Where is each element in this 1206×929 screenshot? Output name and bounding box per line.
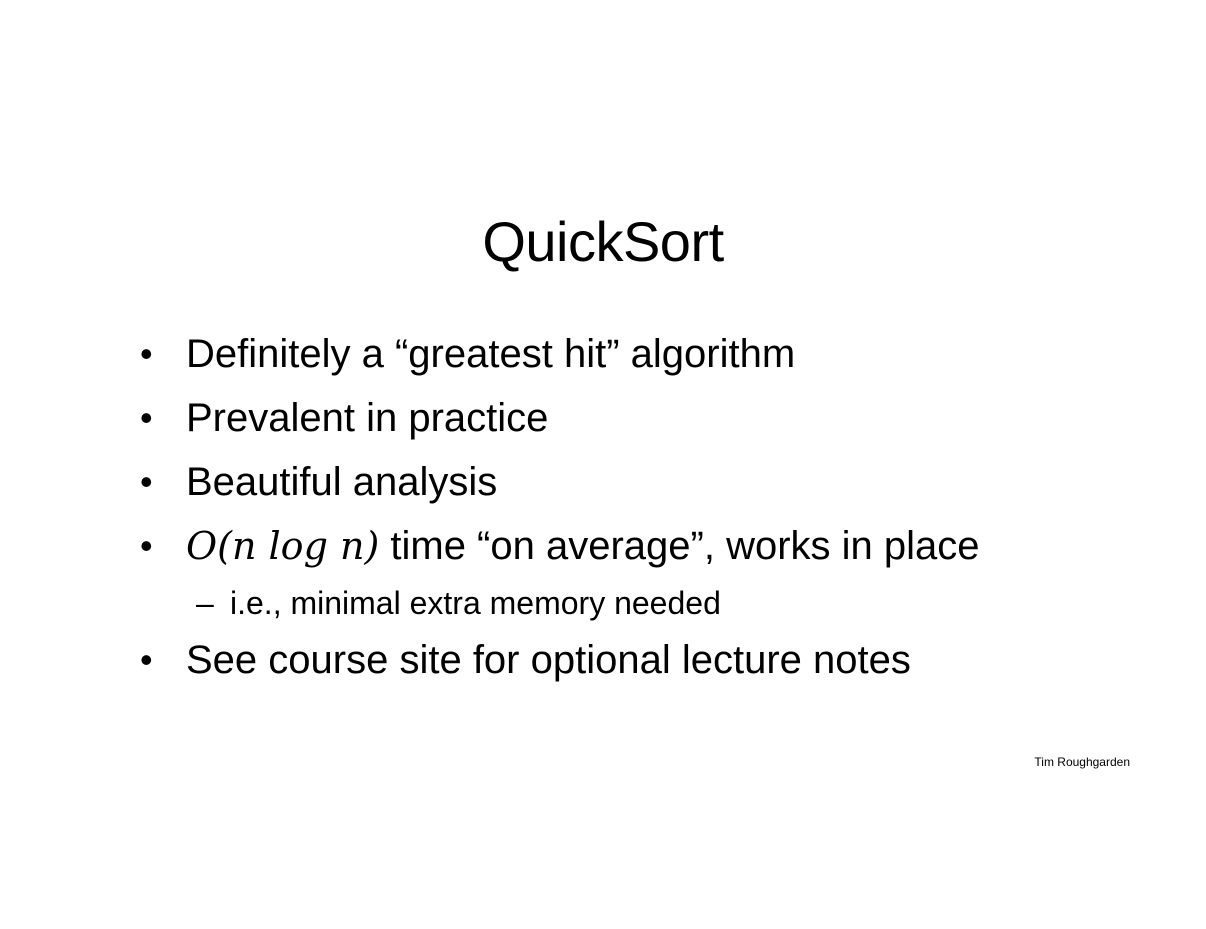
author-footer: Tim Roughgarden (1034, 755, 1130, 769)
big-o-formula: O(n log n) (186, 524, 380, 568)
bullet-item: • Prevalent in practice (138, 386, 1138, 450)
bullet-dot-icon: • (140, 333, 153, 374)
dash-icon: – (196, 585, 214, 621)
bullet-text: See course site for optional lecture not… (186, 638, 911, 682)
slide-title: QuickSort (482, 210, 724, 273)
bullet-dot-icon: • (140, 639, 153, 680)
bullet-item: • Definitely a “greatest hit” algorithm (138, 322, 1138, 386)
bullet-item: • See course site for optional lecture n… (138, 628, 1138, 692)
bullet-item: • O(n log n) time “on average”, works in… (138, 514, 1138, 578)
bullet-text: Beautiful analysis (186, 460, 498, 504)
bullet-item: • Beautiful analysis (138, 450, 1138, 514)
bullet-text: Prevalent in practice (186, 396, 549, 440)
sub-bullet-item: – i.e., minimal extra memory needed (138, 578, 1138, 628)
sub-bullet-text: i.e., minimal extra memory needed (230, 585, 721, 621)
bullet-dot-icon: • (140, 525, 153, 566)
bullet-text: Definitely a “greatest hit” algorithm (186, 332, 796, 376)
bullet-text: time “on average”, works in place (379, 524, 980, 568)
bullet-dot-icon: • (140, 397, 153, 438)
slide: QuickSort • Definitely a “greatest hit” … (0, 0, 1206, 929)
bullet-list: • Definitely a “greatest hit” algorithm … (138, 322, 1138, 692)
bullet-dot-icon: • (140, 461, 153, 502)
